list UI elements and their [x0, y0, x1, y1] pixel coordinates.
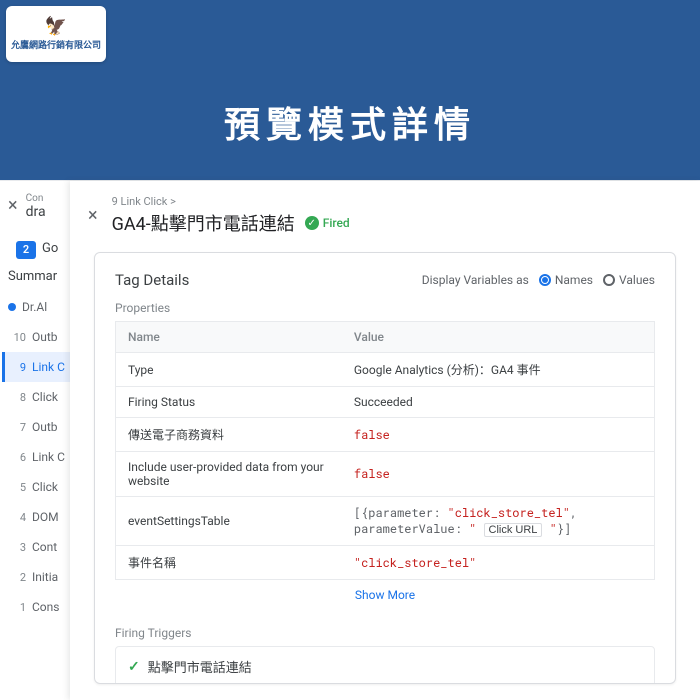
prop-value: Google Analytics (分析)：GA4 事件 — [342, 353, 655, 387]
timeline-item[interactable]: 4 DOM — [2, 502, 70, 532]
hero-banner: 🦅 允鷹網路行銷有限公司 預覽模式詳情 — [0, 0, 700, 180]
eagle-icon: 🦅 — [45, 18, 67, 36]
radio-names-label[interactable]: Names — [555, 273, 593, 287]
table-row: TypeGoogle Analytics (分析)：GA4 事件 — [116, 353, 655, 387]
hero-title: 預覽模式詳情 — [0, 96, 700, 148]
radio-names[interactable] — [539, 274, 551, 286]
prop-name: 傳送電子商務資料 — [116, 418, 342, 452]
timeline-text: Click — [32, 390, 58, 404]
timeline-num: 1 — [8, 601, 26, 614]
prop-value: [{parameter: "click_store_tel", paramete… — [342, 497, 655, 546]
back-close-icon[interactable]: × — [8, 195, 18, 216]
timeline-text: Link C — [32, 450, 65, 464]
table-row: 事件名稱"click_store_tel" — [116, 546, 655, 580]
check-icon: ✓ — [128, 659, 140, 675]
radio-values[interactable] — [603, 274, 615, 286]
table-row: 傳送電子商務資料false — [116, 418, 655, 452]
table-row: eventSettingsTable[{parameter: "click_st… — [116, 497, 655, 546]
col-value: Value — [342, 322, 655, 353]
trigger-box: ✓ 點擊門市電話連結 Filters ✓_eventequalsgtm.link… — [115, 646, 655, 684]
event-timeline: Dr.Al 10 Outb 9 Link C 8 Click 7 Outb 6 Link C 5 Cli… — [0, 292, 70, 622]
bullet-icon — [8, 303, 16, 311]
timeline-item-active[interactable]: 9 Link C — [2, 352, 70, 382]
gtm-app: × Con dra 2 Go Summar Dr.Al 10 Outb 9 Link C… — [0, 180, 700, 700]
display-as-label: Display Variables as — [422, 273, 529, 287]
background-column: × Con dra 2 Go Summar Dr.Al 10 Outb 9 Link C… — [0, 181, 70, 700]
timeline-text: DOM — [32, 510, 59, 524]
timeline-item[interactable]: 3 Cont — [2, 532, 70, 562]
prop-value: false — [342, 452, 655, 497]
properties-heading: Properties — [115, 301, 655, 315]
company-name: 允鷹網路行銷有限公司 — [11, 38, 101, 51]
container-id-badge[interactable]: 2 — [16, 241, 36, 259]
tag-details-panel: × 9 Link Click > GA4-點擊門市電話連結 ✓ Fired Ta… — [70, 181, 700, 700]
timeline-num: 4 — [8, 511, 26, 524]
col-name: Name — [116, 322, 342, 353]
prop-name: Include user-provided data from your web… — [116, 452, 342, 497]
timeline-text: Link C — [32, 360, 65, 374]
table-row: Firing StatusSucceeded — [116, 387, 655, 418]
timeline-item[interactable]: 10 Outb — [2, 322, 70, 352]
timeline-item[interactable]: 8 Click — [2, 382, 70, 412]
prop-name: 事件名稱 — [116, 546, 342, 580]
trigger-name: 點擊門市電話連結 — [148, 657, 252, 676]
triggers-heading: Firing Triggers — [115, 626, 655, 640]
timeline-text: Click — [32, 480, 58, 494]
prop-name: eventSettingsTable — [116, 497, 342, 546]
check-icon: ✓ — [305, 216, 319, 230]
timeline-text: Dr.Al — [22, 300, 47, 314]
trigger-row[interactable]: ✓ 點擊門市電話連結 — [116, 647, 654, 684]
timeline-item[interactable]: Dr.Al — [2, 292, 70, 322]
timeline-num: 6 — [8, 451, 26, 464]
timeline-num: 5 — [8, 481, 26, 494]
prop-name: Type — [116, 353, 342, 387]
details-card: Tag Details Display Variables as Names V… — [94, 252, 676, 684]
display-as-control: Display Variables as Names Values — [422, 273, 655, 287]
radio-values-label[interactable]: Values — [619, 273, 655, 287]
table-row: Include user-provided data from your web… — [116, 452, 655, 497]
prop-value: false — [342, 418, 655, 452]
timeline-item[interactable]: 1 Cons — [2, 592, 70, 622]
timeline-item[interactable]: 7 Outb — [2, 412, 70, 442]
firing-triggers-section: Firing Triggers ✓ 點擊門市電話連結 Filters ✓_eve… — [115, 626, 655, 684]
variable-chip[interactable]: Click URL — [484, 523, 543, 537]
prop-value: "click_store_tel" — [342, 546, 655, 580]
prop-name: Firing Status — [116, 387, 342, 418]
timeline-item[interactable]: 2 Initia — [2, 562, 70, 592]
fired-status-pill: ✓ Fired — [305, 216, 350, 230]
timeline-num: 10 — [8, 331, 26, 344]
prop-value: Succeeded — [342, 387, 655, 418]
close-icon[interactable]: × — [88, 205, 98, 226]
timeline-num: 7 — [8, 421, 26, 434]
timeline-num: 9 — [8, 361, 26, 374]
timeline-item[interactable]: 6 Link C — [2, 442, 70, 472]
back-small-text: Con — [26, 193, 46, 204]
timeline-item[interactable]: 5 Click — [2, 472, 70, 502]
timeline-num: 3 — [8, 541, 26, 554]
properties-table: Name Value TypeGoogle Analytics (分析)：GA4… — [115, 321, 655, 580]
summary-heading: Summar — [0, 259, 70, 292]
fired-text: Fired — [323, 216, 350, 230]
timeline-num: 2 — [8, 571, 26, 584]
timeline-num: 8 — [8, 391, 26, 404]
timeline-text: Initia — [32, 570, 58, 584]
timeline-text: Cont — [32, 540, 57, 554]
breadcrumb[interactable]: 9 Link Click > — [112, 195, 350, 208]
tag-name-title: GA4-點擊門市電話連結 — [112, 210, 295, 236]
properties-tbody: TypeGoogle Analytics (分析)：GA4 事件Firing S… — [116, 353, 655, 580]
timeline-text: Outb — [32, 330, 58, 344]
show-more-link[interactable]: Show More — [115, 580, 655, 610]
card-title: Tag Details — [115, 271, 189, 289]
timeline-text: Outb — [32, 420, 58, 434]
back-title-text: dra — [26, 204, 46, 220]
timeline-text: Cons — [32, 600, 59, 614]
company-logo: 🦅 允鷹網路行銷有限公司 — [6, 6, 106, 62]
container-label: Go — [42, 241, 58, 256]
